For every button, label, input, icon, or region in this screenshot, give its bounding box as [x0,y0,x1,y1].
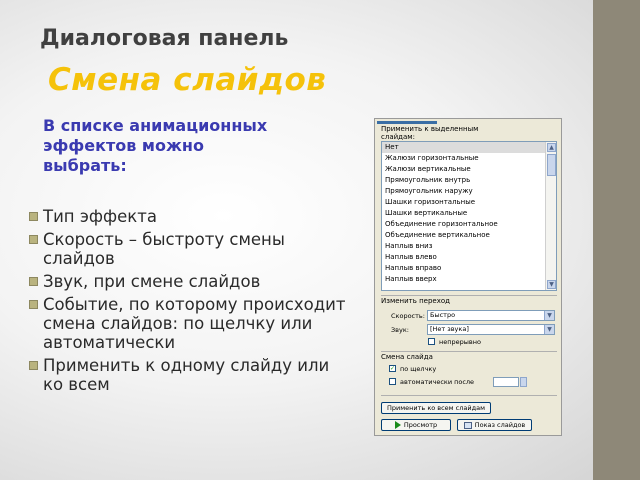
scroll-thumb[interactable] [547,154,556,176]
bullet-item: Тип эффекта [28,207,348,226]
effect-list-item[interactable]: Наплыв вниз [382,241,546,252]
effect-list-item[interactable]: Жалюзи вертикальные [382,164,546,175]
chevron-down-icon[interactable]: ▼ [544,311,554,320]
slideshow-icon [463,421,472,429]
effect-list-item[interactable]: Объединение горизонтальное [382,219,546,230]
on-click-checkbox[interactable]: ✓ [389,365,396,372]
loop-label: непрерывно [439,338,481,346]
scroll-up-icon[interactable]: ▲ [547,143,556,152]
bullet-item: Событие, по которому происходит смена сл… [28,295,348,352]
chevron-down-icon[interactable]: ▼ [544,325,554,334]
bullet-item: Скорость – быстроту смены слайдов [28,230,348,268]
advance-slide-label: Смена слайда [381,353,433,361]
bullet-text: Событие, по которому происходит смена сл… [43,295,346,352]
bullet-text: Скорость – быстроту смены слайдов [43,230,285,268]
effects-listbox[interactable]: Нет Жалюзи горизонтальные Жалюзи вертика… [381,141,557,291]
bullet-item: Применить к одному слайду или ко всем [28,356,348,394]
bullet-square-icon [29,361,38,370]
effects-scrollbar[interactable]: ▲ ▼ [545,142,556,290]
on-click-label: по щелчку [400,365,437,373]
loop-checkbox[interactable] [428,338,435,345]
effect-list-item[interactable]: Жалюзи горизонтальные [382,153,546,164]
auto-advance-time-input[interactable] [493,377,519,387]
bullet-square-icon [29,235,38,244]
time-spinner[interactable] [520,377,527,387]
bullet-text: Звук, при смене слайдов [43,272,261,291]
slide-subtitle: Смена слайдов [48,62,327,98]
play-icon [394,421,401,429]
effect-list-item[interactable]: Шашки вертикальные [382,208,546,219]
slideshow-button[interactable]: Показ слайдов [457,419,532,431]
speed-label: Скорость: [391,312,425,320]
speed-select[interactable]: Быстро ▼ [427,310,555,321]
bullet-square-icon [29,277,38,286]
apply-to-selected-label: Применить к выделенным слайдам: [381,125,479,141]
effect-list-item[interactable]: Прямоугольник внутрь [382,175,546,186]
intro-text: В списке анимационных эффектов можно выб… [43,116,268,175]
divider [381,295,557,296]
effect-list-item[interactable]: Наплыв вверх [382,274,546,285]
effect-list-item[interactable]: Шашки горизонтальные [382,197,546,208]
bullet-square-icon [29,300,38,309]
effect-list-item[interactable]: Объединение вертикальное [382,230,546,241]
slide-transition-dialog: Применить к выделенным слайдам: Нет Жалю… [374,118,562,436]
decorative-side-strip [593,0,640,480]
effect-list-item[interactable]: Прямоугольник наружу [382,186,546,197]
slideshow-label: Показ слайдов [474,421,526,429]
play-label: Просмотр [403,421,438,429]
scroll-down-icon[interactable]: ▼ [547,280,556,289]
sound-value: [Нет звука] [430,325,469,333]
slide-title: Диалоговая панель [40,26,289,51]
auto-advance-label: автоматически после [400,378,475,386]
bullet-text: Применить к одному слайду или ко всем [43,356,330,394]
bullet-item: Звук, при смене слайдов [28,272,348,291]
effect-list-item[interactable]: Наплыв влево [382,252,546,263]
bullet-square-icon [29,212,38,221]
bullet-text: Тип эффекта [43,207,157,226]
apply-to-all-button[interactable]: Применить ко всем слайдам [381,402,491,414]
play-button[interactable]: Просмотр [381,419,451,431]
dialog-header-bar [377,121,437,124]
auto-advance-checkbox[interactable] [389,378,396,385]
sound-select[interactable]: [Нет звука] ▼ [427,324,555,335]
divider [381,351,557,352]
modify-transition-label: Изменить переход [381,297,450,305]
effect-list-item[interactable]: Нет [382,142,546,153]
bullet-list: Тип эффекта Скорость – быстроту смены сл… [28,207,348,398]
speed-value: Быстро [430,311,456,319]
sound-label: Звук: [391,326,409,334]
effect-list-item[interactable]: Наплыв вправо [382,263,546,274]
divider [381,395,557,396]
